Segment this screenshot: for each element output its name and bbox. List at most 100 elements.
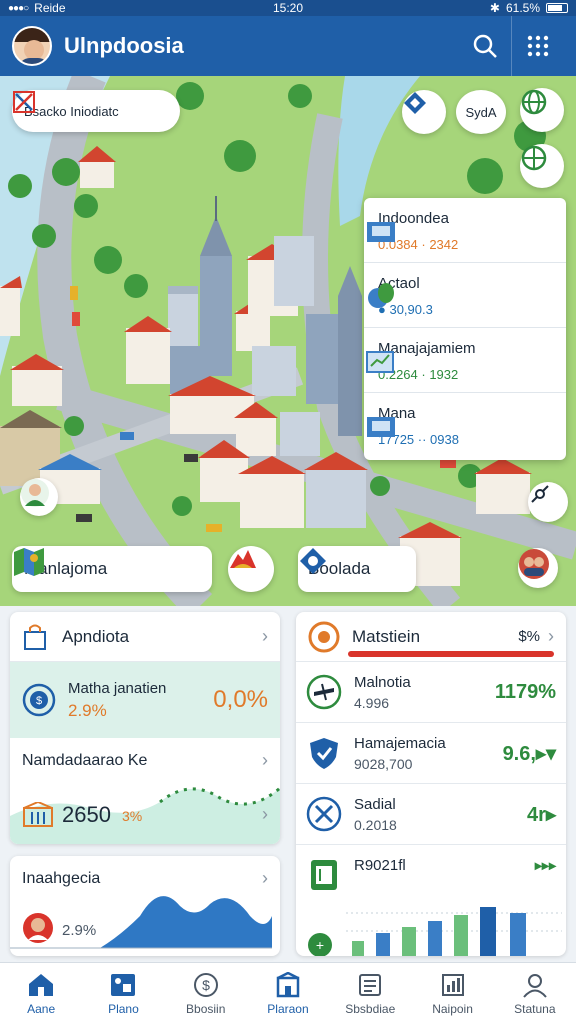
grid-menu-button[interactable] (512, 16, 564, 76)
nav-label: Naipoin (432, 1001, 473, 1016)
info-row-title: Indoondea (378, 210, 449, 227)
info-row-title: Mana (378, 405, 416, 422)
compass-icon (531, 485, 549, 503)
carrier-label: Reide (34, 1, 66, 15)
diamond-layer-icon (404, 92, 426, 114)
globe-icon (521, 145, 547, 171)
compass-button[interactable] (528, 482, 568, 522)
info-row-title: Actaol (378, 275, 420, 292)
info-row[interactable]: Actaol ● 30,90.3 (364, 263, 566, 328)
row-value: 4r▸ (527, 803, 556, 826)
layers-button[interactable] (402, 90, 446, 134)
close-icon (13, 91, 35, 113)
nav-label: Plano (108, 1001, 139, 1016)
list-item[interactable]: Sadial 0.2018 4r▸ (296, 784, 566, 845)
nav-item-home[interactable]: Aane (0, 963, 82, 1024)
progress-bar (348, 651, 554, 657)
svg-text:$: $ (36, 695, 42, 707)
left-chart-card[interactable]: Inaahgecia › 2.9% (10, 856, 280, 956)
row-value: 1179% (494, 680, 556, 703)
info-row[interactable]: Manajajamiem 0.2264 · 1932 (364, 328, 566, 393)
nav-label: Sbsbdiae (345, 1001, 396, 1016)
nav-label: Bbosiin (186, 1001, 226, 1016)
info-row[interactable]: Indoondea 0.0384 · 2342 (364, 198, 566, 263)
row-sub: 9028,700 (354, 755, 413, 772)
avatar[interactable] (12, 26, 52, 66)
currency-button[interactable]: SydA (456, 90, 506, 134)
city-map[interactable]: Bsacko Iniodiatc SydA Indoondea 0.0384 ·… (0, 76, 576, 606)
place-chip[interactable]: Boolada (298, 546, 416, 592)
box-icon (367, 417, 395, 437)
info-row[interactable]: Mana 17725 ·· 0938 (364, 393, 566, 458)
trend-section[interactable]: Namdadaarao Ke › 2650 3% › (10, 738, 280, 844)
battery-icon (546, 3, 568, 13)
nav-item-analytics[interactable]: Naipoin (411, 963, 493, 1024)
nav-label: Aane (27, 1001, 56, 1016)
svg-text:+: + (316, 937, 324, 953)
row-title: Sadial (354, 795, 396, 813)
nav-item-status[interactable]: Statuna (494, 963, 576, 1024)
row-sub: 4.996 (354, 694, 390, 711)
landmark-button[interactable] (228, 546, 274, 592)
status-bar: ●●●○ Reide 15:20 ✱ 61.5% (0, 0, 576, 16)
leaf-globe-icon (368, 283, 394, 308)
left-summary-card: Apndiota › $ Matha janatien 2.9% 0,0% Na… (10, 612, 280, 844)
map-search-chip[interactable]: Bsacko Iniodiatc (12, 90, 180, 132)
bluetooth-icon: ✱ (489, 1, 500, 15)
chart-card-value: 2.9% (62, 922, 97, 939)
info-row-value: 0.0384 · 2342 (378, 237, 459, 252)
shield-icon (310, 738, 338, 769)
airplane-icon (306, 674, 342, 710)
settings-circle-icon (308, 621, 340, 652)
nav-item-list[interactable]: Sbsbdiae (329, 963, 411, 1024)
battery-label: 61.5% (505, 1, 540, 15)
list-item[interactable]: Hamajemacia 9028,700 9.6,▸▾ (296, 723, 566, 784)
bag-icon (24, 624, 46, 650)
svg-text:$: $ (202, 977, 210, 993)
nav-item-buildings[interactable]: Plaraon (247, 963, 329, 1024)
row-sub: 0.2018 (354, 816, 397, 833)
chevron-right-icon: › (262, 626, 268, 646)
tools-icon (306, 796, 342, 832)
map-info-panel: Indoondea 0.0384 · 2342 Actaol ● 30,90.3… (364, 198, 566, 460)
building-icon (23, 802, 53, 827)
app-header: Ulnpdoosia (0, 16, 576, 76)
list-item[interactable]: Malnotia 4.996 1179% (296, 662, 566, 723)
friends-avatar[interactable] (518, 548, 558, 588)
globe-button[interactable] (520, 88, 564, 132)
card-title: Matstiein (352, 626, 421, 646)
trend-sub: 3% (122, 808, 143, 824)
info-row-value: ● 30,90.3 (378, 302, 433, 317)
info-row-value: 0.2264 · 1932 (378, 367, 459, 382)
highlight-sub: 2.9% (68, 700, 107, 720)
right-list-card: Matstiein $% › Malnotia 4.996 1179% Hamaj… (296, 612, 566, 956)
row-title: Malnotia (354, 673, 411, 691)
chevron-right-icon: › (548, 626, 554, 646)
chevron-right-icon: › (262, 804, 268, 824)
more-arrows-icon: ▸▸▸ (534, 857, 556, 873)
highlight-row[interactable]: $ Matha janatien 2.9% 0,0% (10, 662, 280, 738)
search-icon (473, 34, 497, 58)
world-button[interactable] (520, 144, 564, 188)
info-row-title: Manajajamiem (378, 340, 476, 357)
highlight-label: Matha janatien (68, 679, 167, 697)
card-header[interactable]: Matstiein $% › (296, 612, 566, 662)
nav-item-plan[interactable]: Plano (82, 963, 164, 1024)
user-icon (523, 973, 547, 998)
card-header[interactable]: Apndiota › (10, 612, 280, 662)
search-button[interactable] (459, 16, 511, 76)
nav-label: Statuna (514, 1001, 556, 1016)
list-item[interactable]: R9021fl ▸▸▸ + (296, 845, 566, 956)
dollar-circle-icon: $ (22, 683, 56, 717)
list-icon (359, 973, 382, 996)
place-chip[interactable]: Manlajoma (12, 546, 212, 592)
row-title: R9021fl (354, 857, 406, 874)
nav-item-budget[interactable]: $ Bbosiin (165, 963, 247, 1024)
nav-label: Plaraon (267, 1001, 309, 1016)
person-avatar-icon (21, 479, 49, 507)
document-icon (311, 860, 337, 890)
mountain-icon (230, 550, 256, 568)
user-location-pin[interactable] (20, 478, 58, 516)
clock: 15:20 (272, 1, 304, 15)
chart-box-icon (366, 351, 394, 373)
